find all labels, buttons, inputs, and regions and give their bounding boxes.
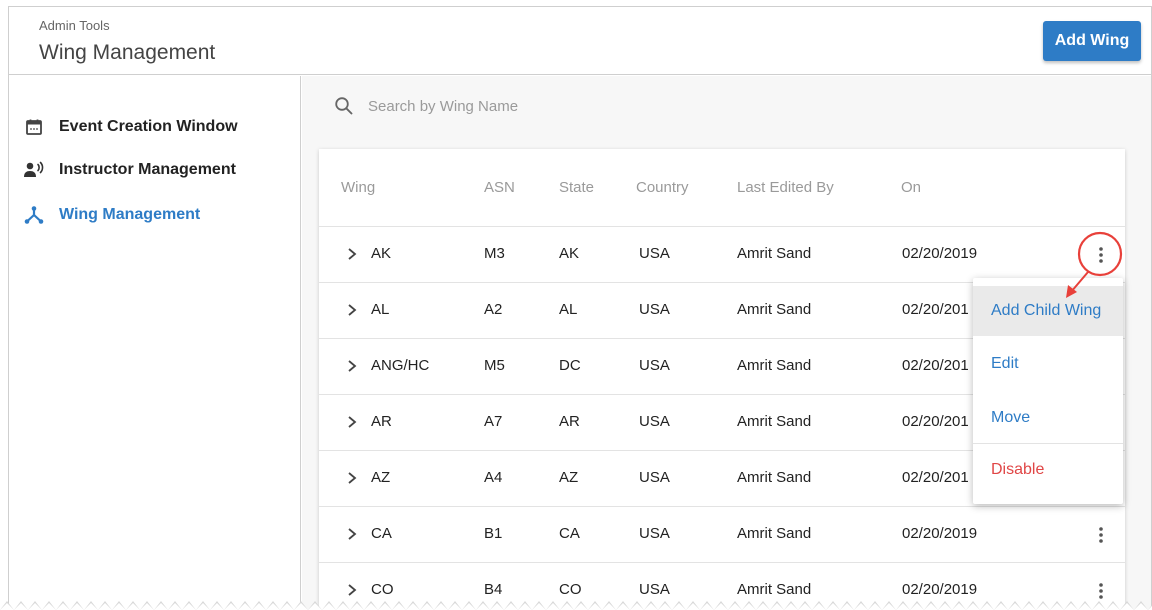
last-edited-by: Amrit Sand — [737, 245, 812, 262]
last-edited-by: Amrit Sand — [737, 525, 812, 542]
state: CA — [559, 525, 580, 542]
chevron-right-icon[interactable] — [347, 525, 361, 543]
row-actions-menu: Add Child Wing Edit Move Disable — [973, 278, 1123, 504]
chevron-right-icon[interactable] — [347, 413, 361, 431]
search-icon — [332, 94, 356, 118]
column-header-state[interactable]: State — [559, 179, 594, 196]
menu-item-disable[interactable]: Disable — [973, 444, 1123, 496]
wing-name: CO — [371, 581, 394, 598]
torn-edge — [0, 598, 1152, 610]
search-input[interactable] — [368, 97, 668, 115]
edited-on: 02/20/201 — [902, 301, 969, 318]
column-header-wing[interactable]: Wing — [341, 179, 375, 196]
edited-on: 02/20/201 — [902, 413, 969, 430]
asn: A7 — [484, 413, 503, 430]
more-options-icon[interactable] — [1089, 521, 1113, 549]
table-row[interactable]: CA B1 CA USA Amrit Sand 02/20/2019 — [319, 507, 1125, 563]
asn: B1 — [484, 525, 503, 542]
page-title: Wing Management — [39, 41, 216, 64]
table-header: Wing ASN State Country Last Edited By On — [319, 149, 1125, 227]
menu-item-move[interactable]: Move — [973, 392, 1123, 444]
add-wing-button[interactable]: Add Wing — [1043, 21, 1141, 61]
asn: M3 — [484, 245, 505, 262]
last-edited-by: Amrit Sand — [737, 581, 812, 598]
country: USA — [639, 469, 670, 486]
sidebar-item-wing-management[interactable]: Wing Management — [23, 203, 200, 227]
edited-on: 02/20/2019 — [902, 245, 978, 262]
breadcrumb[interactable]: Admin Tools — [39, 18, 110, 33]
last-edited-by: Amrit Sand — [737, 413, 812, 430]
asn: A2 — [484, 301, 503, 318]
state: AL — [559, 301, 578, 318]
asn: M5 — [484, 357, 505, 374]
wing-name: ANG/HC — [371, 357, 430, 374]
menu-item-add-child-wing[interactable]: Add Child Wing — [973, 286, 1123, 336]
more-options-icon[interactable] — [1089, 241, 1113, 269]
sidebar-item-label: Event Creation Window — [59, 118, 238, 135]
chevron-right-icon[interactable] — [347, 301, 361, 319]
country: USA — [639, 581, 670, 598]
edited-on: 02/20/2019 — [902, 581, 978, 598]
edited-on: 02/20/201 — [902, 469, 969, 486]
page-header: Admin Tools Wing Management Add Wing — [9, 7, 1151, 75]
speaking-person-icon — [23, 159, 45, 181]
last-edited-by: Amrit Sand — [737, 469, 812, 486]
state: CO — [559, 581, 582, 598]
state: AZ — [559, 469, 579, 486]
menu-item-edit[interactable]: Edit — [973, 336, 1123, 392]
chevron-right-icon[interactable] — [347, 245, 361, 263]
column-header-on[interactable]: On — [901, 179, 921, 196]
column-header-last-edited-by[interactable]: Last Edited By — [737, 179, 834, 196]
sidebar-item-instructor-management[interactable]: Instructor Management — [23, 158, 236, 182]
calendar-icon — [23, 116, 45, 138]
last-edited-by: Amrit Sand — [737, 357, 812, 374]
country: USA — [639, 357, 670, 374]
chevron-right-icon[interactable] — [347, 469, 361, 487]
edited-on: 02/20/2019 — [902, 525, 978, 542]
country: USA — [639, 413, 670, 430]
asn: A4 — [484, 469, 503, 486]
last-edited-by: Amrit Sand — [737, 301, 812, 318]
search-bar[interactable] — [332, 94, 668, 118]
chevron-right-icon[interactable] — [347, 357, 361, 375]
country: USA — [639, 245, 670, 262]
hierarchy-icon — [23, 204, 45, 226]
sidebar: Event Creation Window Instructor Managem… — [9, 76, 301, 610]
state: DC — [559, 357, 581, 374]
country: USA — [639, 301, 670, 318]
sidebar-item-label: Instructor Management — [59, 161, 236, 178]
column-header-asn[interactable]: ASN — [484, 179, 515, 196]
wing-name: AK — [371, 245, 392, 262]
wing-name: AZ — [371, 469, 391, 486]
wing-name: CA — [371, 525, 392, 542]
country: USA — [639, 525, 670, 542]
sidebar-item-event-creation-window[interactable]: Event Creation Window — [23, 115, 238, 139]
edited-on: 02/20/201 — [902, 357, 969, 374]
state: AK — [559, 245, 580, 262]
wing-name: AL — [371, 301, 390, 318]
state: AR — [559, 413, 580, 430]
asn: B4 — [484, 581, 503, 598]
wing-name: AR — [371, 413, 392, 430]
chevron-right-icon[interactable] — [347, 581, 361, 599]
table-row[interactable]: AK M3 AK USA Amrit Sand 02/20/2019 — [319, 227, 1125, 283]
sidebar-item-label: Wing Management — [59, 206, 201, 223]
column-header-country[interactable]: Country — [636, 179, 689, 196]
